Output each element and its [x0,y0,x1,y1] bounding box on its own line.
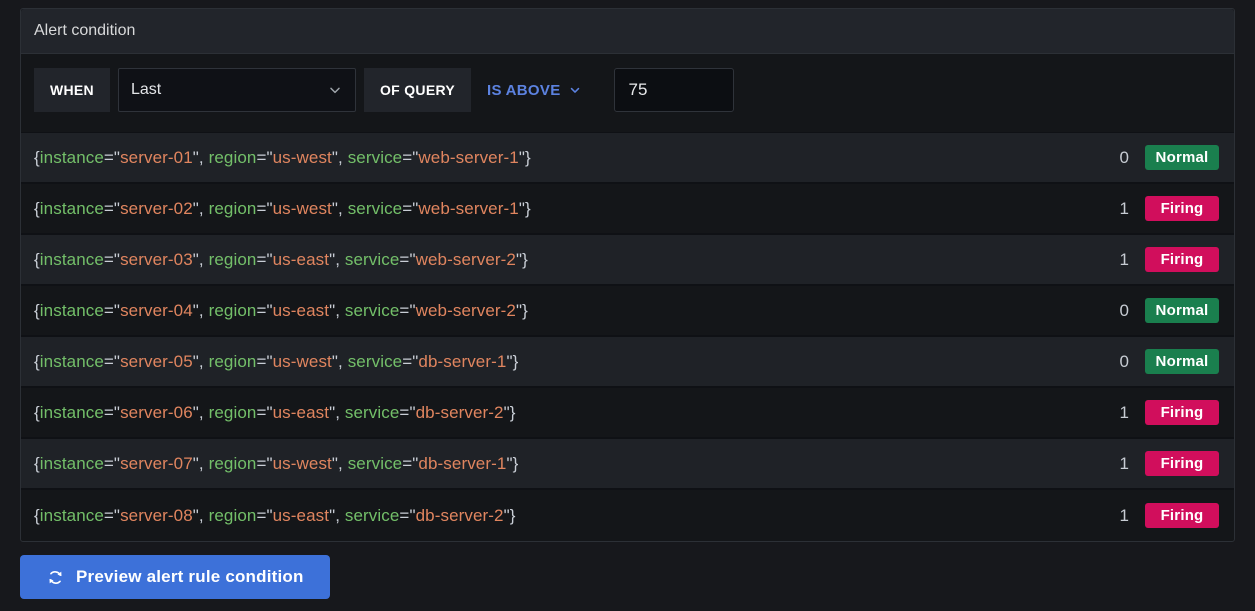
series-value: 1 [1120,403,1129,423]
chevron-down-icon [568,83,582,97]
result-row: {instance="server-02", region="us-west",… [21,184,1234,235]
state-badge: Normal [1145,349,1219,374]
reducer-select[interactable]: Last [118,68,356,112]
series-labels: {instance="server-03", region="us-east",… [34,250,528,270]
result-row: {instance="server-01", region="us-west",… [21,133,1234,184]
series-value: 1 [1120,199,1129,219]
when-label: WHEN [34,68,110,112]
preview-button-label: Preview alert rule condition [76,567,304,587]
state-badge: Firing [1145,400,1219,425]
result-row: {instance="server-07", region="us-west",… [21,439,1234,490]
operator-value: IS ABOVE [487,82,561,99]
refresh-icon [46,568,65,587]
panel-title: Alert condition [34,22,135,40]
series-value: 0 [1120,352,1129,372]
result-row: {instance="server-06", region="us-east",… [21,388,1234,439]
series-labels: {instance="server-04", region="us-east",… [34,301,528,321]
preview-alert-rule-button[interactable]: Preview alert rule condition [20,555,330,599]
result-row: {instance="server-04", region="us-east",… [21,286,1234,337]
series-value: 1 [1120,506,1129,526]
reducer-select-value: Last [131,81,161,99]
condition-row: WHEN Last OF QUERY IS ABOVE [21,54,1234,132]
series-labels: {instance="server-07", region="us-west",… [34,454,518,474]
series-value: 1 [1120,454,1129,474]
operator-dropdown[interactable]: IS ABOVE [487,82,582,99]
state-badge: Normal [1145,298,1219,323]
state-badge: Firing [1145,196,1219,221]
result-row: {instance="server-08", region="us-east",… [21,490,1234,541]
threshold-input[interactable] [614,68,734,112]
series-labels: {instance="server-02", region="us-west",… [34,199,531,219]
state-badge: Firing [1145,451,1219,476]
series-labels: {instance="server-01", region="us-west",… [34,148,531,168]
series-value: 0 [1120,148,1129,168]
alert-condition-panel: Alert condition WHEN Last OF QUERY IS AB… [20,8,1235,542]
series-labels: {instance="server-08", region="us-east",… [34,506,516,526]
result-row: {instance="server-03", region="us-east",… [21,235,1234,286]
series-value: 1 [1120,250,1129,270]
result-row: {instance="server-05", region="us-west",… [21,337,1234,388]
series-labels: {instance="server-05", region="us-west",… [34,352,518,372]
evaluation-results-list: {instance="server-01", region="us-west",… [21,132,1234,541]
panel-header: Alert condition [21,9,1234,54]
of-query-label: OF QUERY [364,68,471,112]
state-badge: Normal [1145,145,1219,170]
series-labels: {instance="server-06", region="us-east",… [34,403,516,423]
state-badge: Firing [1145,503,1219,528]
chevron-down-icon [327,82,343,98]
series-value: 0 [1120,301,1129,321]
state-badge: Firing [1145,247,1219,272]
